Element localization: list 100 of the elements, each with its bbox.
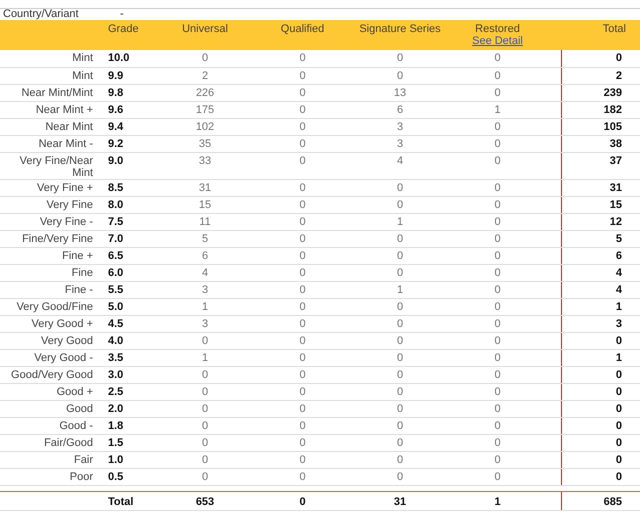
grade-value: 9.4 bbox=[100, 118, 155, 135]
grade-value: 4.5 bbox=[100, 315, 155, 332]
table-cell: 0 bbox=[450, 332, 545, 349]
table-cell: 3 bbox=[350, 118, 450, 135]
column-header: Signature Series bbox=[358, 23, 442, 35]
row-total: 239 bbox=[561, 84, 640, 101]
grade-name: Fine - bbox=[0, 281, 100, 298]
grade-value: 3.0 bbox=[100, 366, 155, 383]
table-cell: 3 bbox=[155, 315, 255, 332]
table-cell: 226 bbox=[155, 84, 255, 101]
grade-name: Very Fine/Near Mint bbox=[0, 152, 100, 179]
table-cell: 102 bbox=[155, 118, 255, 135]
row-total: 1 bbox=[561, 349, 640, 366]
column-header: Total bbox=[602, 23, 626, 35]
table-cell: 0 bbox=[255, 417, 350, 434]
table-cell: 0 bbox=[255, 451, 350, 468]
grade-name: Near Mint bbox=[0, 118, 100, 135]
table-cell: 0 bbox=[255, 383, 350, 400]
table-cell: 0 bbox=[350, 230, 450, 247]
table-cell: 15 bbox=[155, 196, 255, 213]
grade-value: 1.0 bbox=[100, 451, 155, 468]
table-cell: 0 bbox=[450, 349, 545, 366]
table-cell: 0 bbox=[255, 298, 350, 315]
see-detail-link[interactable]: See Detail bbox=[472, 35, 523, 47]
table-cell: 2 bbox=[155, 67, 255, 84]
grade-name: Good bbox=[0, 400, 100, 417]
grade-value: 6.5 bbox=[100, 247, 155, 264]
column-header: Qualified bbox=[280, 23, 326, 35]
table-cell: 0 bbox=[255, 468, 350, 485]
grade-name: Good + bbox=[0, 383, 100, 400]
table-cell: 0 bbox=[450, 366, 545, 383]
grade-name: Fine + bbox=[0, 247, 100, 264]
table-cell: 0 bbox=[450, 400, 545, 417]
row-total: 0 bbox=[561, 417, 640, 434]
grade-name: Mint bbox=[0, 67, 100, 84]
table-cell: 0 bbox=[350, 196, 450, 213]
table-cell: 0 bbox=[255, 152, 350, 179]
row-total: 0 bbox=[561, 383, 640, 400]
totals-label: Total bbox=[100, 491, 155, 510]
grade-value: 2.5 bbox=[100, 383, 155, 400]
table-cell: 0 bbox=[450, 264, 545, 281]
grade-value: 1.8 bbox=[100, 417, 155, 434]
table-cell: 0 bbox=[255, 247, 350, 264]
row-total: 0 bbox=[561, 434, 640, 451]
table-cell: 0 bbox=[350, 383, 450, 400]
column-header: Restored bbox=[474, 23, 521, 35]
table-cell: 33 bbox=[155, 152, 255, 179]
row-total: 1 bbox=[561, 298, 640, 315]
table-cell: 1 bbox=[155, 349, 255, 366]
table-cell: 175 bbox=[155, 101, 255, 118]
table-cell: 0 bbox=[450, 50, 545, 67]
grade-name: Good/Very Good bbox=[0, 366, 100, 383]
table-cell: 0 bbox=[255, 264, 350, 281]
table-cell: 0 bbox=[450, 468, 545, 485]
grade-value: 9.6 bbox=[100, 101, 155, 118]
table-cell: 0 bbox=[255, 434, 350, 451]
table-cell: 0 bbox=[450, 152, 545, 179]
row-total: 0 bbox=[561, 366, 640, 383]
field-label: Country/Variant bbox=[2, 9, 80, 20]
table-cell: 0 bbox=[255, 84, 350, 101]
grade-value: 8.5 bbox=[100, 179, 155, 196]
grade-name: Fine bbox=[0, 264, 100, 281]
row-total: 0 bbox=[561, 451, 640, 468]
row-total: 0 bbox=[561, 468, 640, 485]
grand-total: 685 bbox=[561, 491, 640, 510]
table-cell: 0 bbox=[255, 230, 350, 247]
table-cell: 0 bbox=[450, 179, 545, 196]
table-cell: 0 bbox=[350, 434, 450, 451]
table-cell: 0 bbox=[255, 179, 350, 196]
table-cell: 0 bbox=[350, 417, 450, 434]
table-cell: 0 bbox=[350, 400, 450, 417]
table-cell: 0 bbox=[255, 67, 350, 84]
grade-value: 5.0 bbox=[100, 298, 155, 315]
row-total: 6 bbox=[561, 247, 640, 264]
grade-name: Near Mint + bbox=[0, 101, 100, 118]
grade-value: 9.2 bbox=[100, 135, 155, 152]
row-total: 3 bbox=[561, 315, 640, 332]
table-cell: 0 bbox=[255, 196, 350, 213]
table-cell: 1 bbox=[350, 281, 450, 298]
table-cell: 4 bbox=[155, 264, 255, 281]
grade-value: 6.0 bbox=[100, 264, 155, 281]
table-cell: 0 bbox=[450, 84, 545, 101]
table-cell: 1 bbox=[450, 101, 545, 118]
grade-name: Good - bbox=[0, 417, 100, 434]
grade-name: Very Good + bbox=[0, 315, 100, 332]
table-cell: 0 bbox=[450, 315, 545, 332]
grade-name: Near Mint - bbox=[0, 135, 100, 152]
grade-value: 1.5 bbox=[100, 434, 155, 451]
table-cell: 0 bbox=[450, 434, 545, 451]
grade-name: Near Mint/Mint bbox=[0, 84, 100, 101]
table-cell: 11 bbox=[155, 213, 255, 230]
table-cell: 0 bbox=[350, 298, 450, 315]
field-value: - bbox=[119, 9, 125, 20]
table-cell: 6 bbox=[350, 101, 450, 118]
table-cell: 0 bbox=[350, 468, 450, 485]
grade-value: 7.0 bbox=[100, 230, 155, 247]
table-cell: 0 bbox=[155, 332, 255, 349]
table-cell: 35 bbox=[155, 135, 255, 152]
grade-name: Mint bbox=[0, 50, 100, 67]
table-cell: 0 bbox=[255, 118, 350, 135]
